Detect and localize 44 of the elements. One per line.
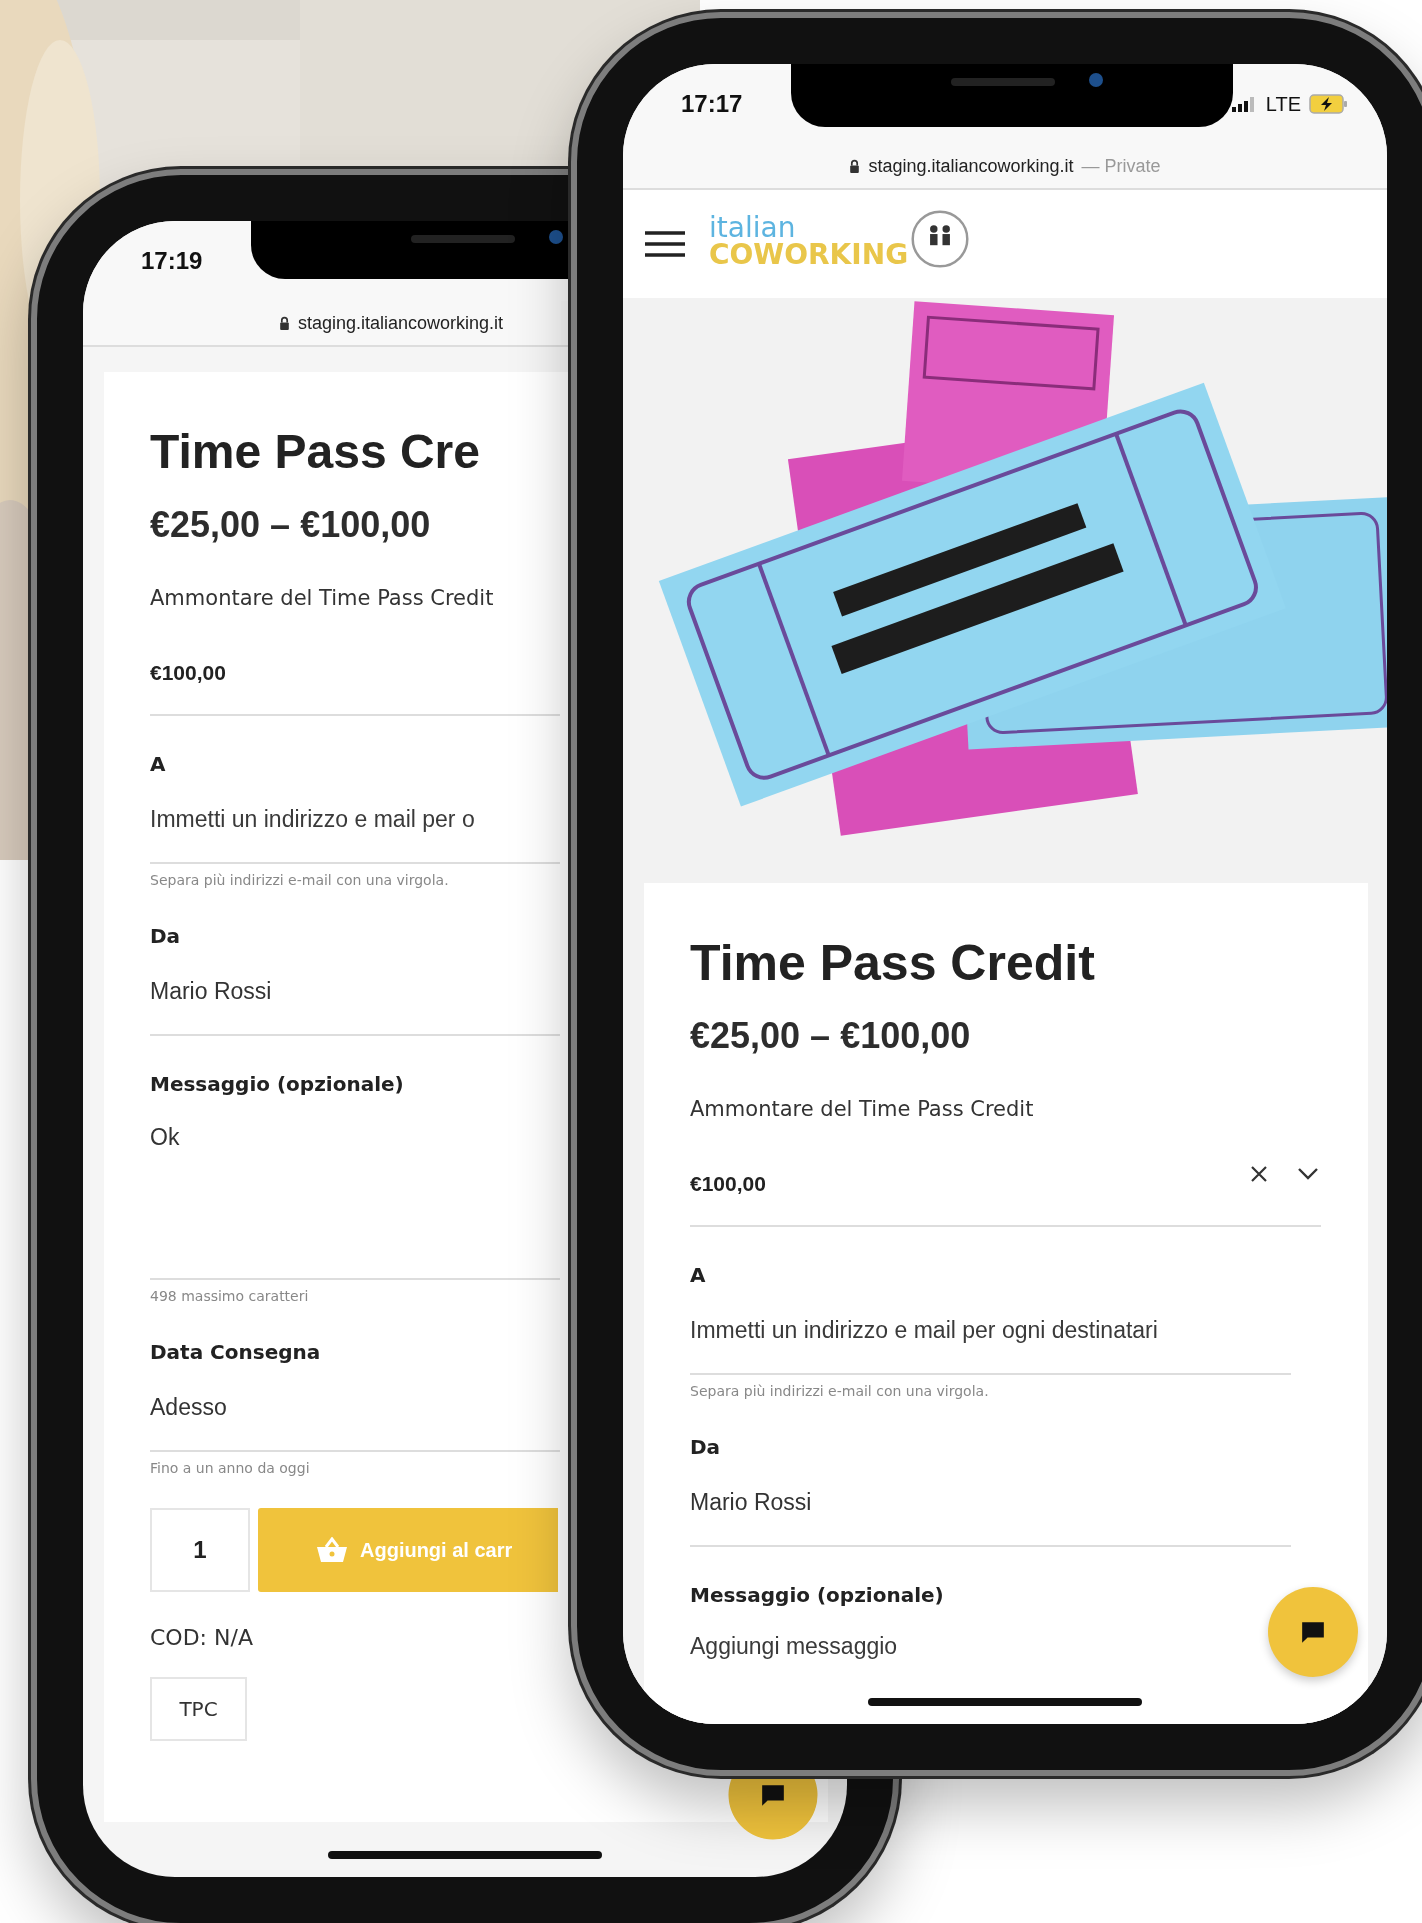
logo-text: COWORKING xyxy=(709,240,910,270)
field-label: Messaggio (opzionale) xyxy=(690,1582,945,1609)
field-placeholder: Immetti un indirizzo e mail per ogni destinatari xyxy=(690,1317,1158,1343)
input-field[interactable]: Immetti un indirizzo e mail per ogni destinatari xyxy=(690,1289,1291,1375)
field-hint: Separa più indirizzi e-mail con una virgola. xyxy=(150,872,450,888)
chat-icon xyxy=(760,1783,786,1807)
input-field[interactable]: Ok xyxy=(150,1098,560,1280)
logo-text: italian xyxy=(709,216,796,240)
price-range: €25,00 – €100,00 xyxy=(690,1014,972,1058)
field-value: Adesso xyxy=(150,1394,227,1420)
field-label: Da xyxy=(690,1434,722,1461)
field-hint: Fino a un anno da oggi xyxy=(150,1460,311,1476)
clear-icon[interactable] xyxy=(1249,1164,1269,1184)
field-hint: 498 massimo caratteri xyxy=(150,1288,310,1304)
basket-icon xyxy=(316,1537,348,1563)
battery-icon xyxy=(1309,94,1349,114)
lock-icon xyxy=(849,159,861,173)
address-bar[interactable]: staging.italiancoworking.it — Private xyxy=(623,144,1387,190)
select-field[interactable]: €100,00 xyxy=(690,1124,1321,1227)
chat-icon xyxy=(1300,1620,1326,1644)
product-tag[interactable]: TPC xyxy=(150,1677,247,1741)
chevron-down-icon[interactable] xyxy=(1297,1167,1319,1181)
network-type: LTE xyxy=(1265,92,1301,116)
input-field[interactable]: Aggiungi messaggio xyxy=(690,1609,1250,1659)
logo-emblem-icon xyxy=(909,208,971,270)
input-field[interactable]: Adesso xyxy=(150,1366,560,1452)
input-field[interactable]: Mario Rossi xyxy=(690,1461,1291,1547)
product-title: Time Pass Credit xyxy=(690,934,1096,993)
field-label: Messaggio (opzionale) xyxy=(150,1071,405,1098)
chat-button[interactable] xyxy=(728,1778,818,1840)
quantity-field[interactable]: 1 xyxy=(150,1508,250,1592)
field-label: Ammontare del Time Pass Credit xyxy=(690,1096,1035,1123)
field-value: Mario Rossi xyxy=(690,1489,812,1515)
field-value: €100,00 xyxy=(690,1172,766,1195)
field-value: Mario Rossi xyxy=(150,978,272,1004)
field-placeholder: Aggiungi messaggio xyxy=(690,1633,898,1659)
field-label: A xyxy=(690,1262,707,1289)
input-field[interactable]: Mario Rossi xyxy=(150,950,560,1036)
field-label: Da xyxy=(150,923,182,950)
field-hint: Separa più indirizzi e-mail con una virgola. xyxy=(690,1383,990,1399)
product-code: COD: N/A xyxy=(150,1624,253,1652)
camera-lens xyxy=(1089,73,1103,87)
field-value: Ok xyxy=(150,1124,180,1150)
field-label: Data Consegna xyxy=(150,1339,322,1366)
